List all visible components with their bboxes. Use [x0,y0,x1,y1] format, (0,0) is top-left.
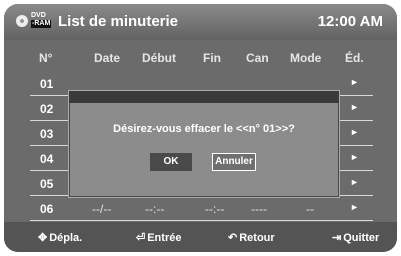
delete-confirm-dialog: Désirez-vous effacer le <<n° 01>>? OK An… [68,90,340,198]
dpad-icon: ✥ [38,232,48,244]
clock: 12:00 AM [317,13,383,30]
dvd-ram-badge: DVD -RAM [31,12,52,28]
edit-arrow-icon[interactable]: ► [350,127,359,137]
disc-icon [16,15,28,27]
footer-enter: ⏎ Entrée [136,231,181,244]
col-number: N° [39,51,53,65]
badge-top: DVD [31,12,46,19]
row-number: 01 [40,77,54,91]
row-start: --:-- [145,202,165,216]
edit-arrow-icon[interactable]: ► [350,152,359,162]
footer-return: ↶ Retour [228,231,275,244]
return-icon: ↶ [228,232,238,244]
row-number: 06 [40,202,54,216]
col-channel: Can [246,51,269,65]
row-number: 04 [40,152,54,166]
footer-return-label: Retour [239,232,275,244]
row-date: --/-- [92,202,112,216]
footer-exit: ⇥ Quitter [332,231,379,244]
col-end: Fin [203,51,221,65]
footer-exit-label: Quitter [343,232,380,244]
badge-bottom: -RAM [31,20,52,28]
footer-enter-label: Entrée [147,232,182,244]
enter-icon: ⏎ [136,232,146,244]
page-title: List de minuterie [58,13,179,30]
edit-arrow-icon[interactable]: ► [350,102,359,112]
row-number: 03 [40,127,54,141]
footer-bar: ✥ Dépla. ⏎ Entrée ↶ Retour ⇥ Quitter [4,222,397,252]
row-end: --:-- [205,202,225,216]
row-mode: -- [306,202,314,216]
col-date: Date [94,51,121,65]
dialog-message: Désirez-vous effacer le <<n° 01>>? [113,123,295,135]
col-start: Début [142,51,176,65]
dialog-title-strip [69,91,339,103]
col-edit: Éd. [345,51,364,65]
edit-arrow-icon[interactable]: ► [350,77,359,87]
exit-icon: ⇥ [332,232,342,244]
edit-arrow-icon[interactable]: ► [350,202,359,212]
timer-row-06[interactable]: 06 --/-- --:-- --:-- ---- -- ► [30,196,373,221]
row-number: 05 [40,177,54,191]
column-headers: N° Date Début Fin Can Mode Éd. [4,51,397,67]
header-bar: DVD -RAM List de minuterie 12:00 AM [4,4,397,40]
timer-list-screen: DVD -RAM List de minuterie 12:00 AM N° D… [4,4,397,252]
row-number: 02 [40,102,54,116]
footer-move-label: Dépla. [49,232,83,244]
ok-button[interactable]: OK [150,153,192,171]
edit-arrow-icon[interactable]: ► [350,177,359,187]
col-mode: Mode [290,51,322,65]
row-channel: ---- [251,202,267,216]
footer-move: ✥ Dépla. [38,231,82,244]
cancel-button[interactable]: Annuler [212,153,256,171]
